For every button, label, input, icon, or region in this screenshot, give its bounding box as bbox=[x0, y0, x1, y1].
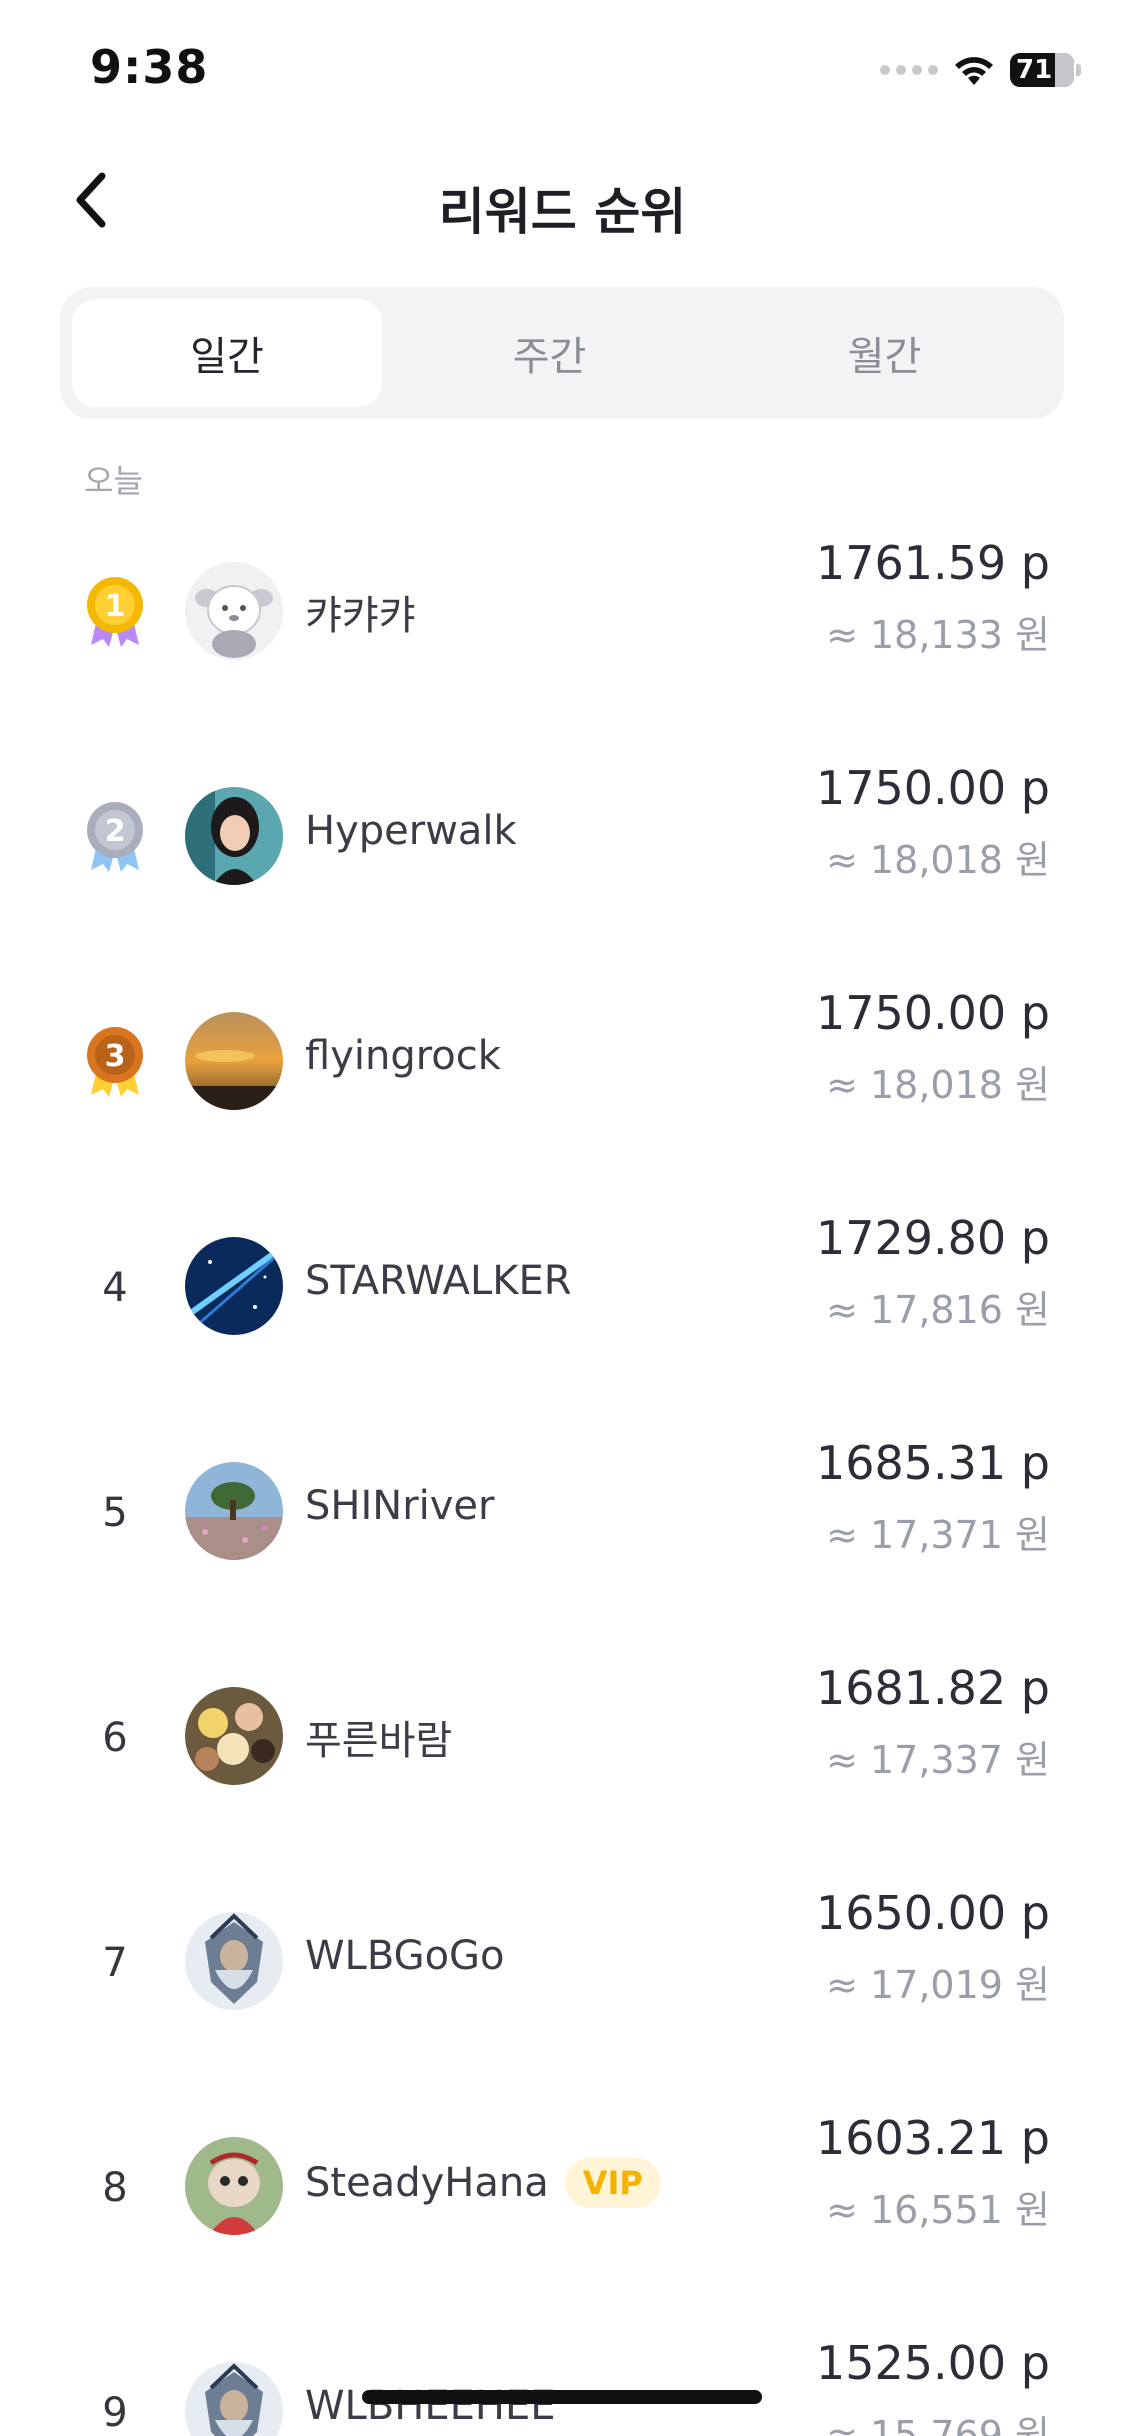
points-value: 1750.00 p bbox=[815, 986, 1050, 1040]
rank-number: 5 bbox=[102, 1490, 128, 1536]
bronze-medal-icon: 3 bbox=[87, 1027, 143, 1097]
rank-number-cell: 8 bbox=[70, 2133, 160, 2243]
tab-monthly[interactable]: 월간 bbox=[717, 299, 1052, 407]
won-value: ≈ 18,133 원 bbox=[826, 613, 1050, 657]
user-name: flyingrock bbox=[305, 1033, 501, 1079]
battery-tip bbox=[1076, 64, 1081, 76]
avatar bbox=[185, 1462, 283, 1560]
points-value: 1750.00 p bbox=[815, 761, 1050, 815]
ranking-row[interactable]: 6 푸른바람 1681.82 p ≈ 17,337 원 bbox=[0, 1645, 1125, 1870]
rank-medal: 2 bbox=[70, 783, 160, 893]
user-name: STARWALKER bbox=[305, 1258, 572, 1304]
rank-number-cell: 9 bbox=[70, 2358, 160, 2436]
status-indicators: 71 bbox=[880, 48, 1081, 92]
user-name: 푸른바람 bbox=[305, 1718, 453, 1764]
points-value: 1603.21 p bbox=[815, 2111, 1050, 2165]
rank-medal: 3 bbox=[70, 1008, 160, 1118]
points-value: 1761.59 p bbox=[815, 536, 1050, 590]
avatar bbox=[185, 2137, 283, 2235]
user-name: Hyperwalk bbox=[305, 808, 517, 854]
ranking-row[interactable]: 2 Hyperwalk 1750.00 p ≈ 18,018 원 bbox=[0, 745, 1125, 970]
header: 리워드 순위 bbox=[0, 150, 1125, 250]
gold-medal-icon: 1 bbox=[87, 577, 143, 647]
medal-rank-label: 3 bbox=[105, 1039, 126, 1074]
reward-ranking-screen: 9:38 71 리워드 순위 일간 주간 월간 오늘 1 캬캬캬 1761.59… bbox=[0, 0, 1125, 2436]
battery-level: 71 bbox=[1016, 55, 1053, 85]
vip-badge: VIP bbox=[564, 2158, 661, 2208]
won-value: ≈ 17,371 원 bbox=[826, 1513, 1050, 1557]
avatar bbox=[185, 1237, 283, 1335]
points-value: 1729.80 p bbox=[815, 1211, 1050, 1265]
avatar bbox=[185, 562, 283, 660]
avatar bbox=[185, 787, 283, 885]
rank-medal: 1 bbox=[70, 558, 160, 668]
rank-number: 8 bbox=[102, 2165, 128, 2211]
avatar bbox=[185, 1012, 283, 1110]
home-indicator[interactable] bbox=[362, 2390, 762, 2404]
avatar bbox=[185, 2362, 283, 2436]
tab-weekly[interactable]: 주간 bbox=[382, 299, 717, 407]
medal-rank-label: 2 bbox=[105, 814, 126, 849]
rank-number: 7 bbox=[102, 1940, 128, 1986]
points-value: 1650.00 p bbox=[815, 1886, 1050, 1940]
wifi-icon bbox=[955, 57, 993, 85]
won-value: ≈ 16,551 원 bbox=[826, 2188, 1050, 2232]
ranking-row[interactable]: 5 SHINriver 1685.31 p ≈ 17,371 원 bbox=[0, 1420, 1125, 1645]
won-value: ≈ 18,018 원 bbox=[826, 1063, 1050, 1107]
ranking-row[interactable]: 8 SteadyHana VIP 1603.21 p ≈ 16,551 원 bbox=[0, 2095, 1125, 2320]
won-value: ≈ 15,769 원 bbox=[826, 2413, 1050, 2436]
ranking-row[interactable]: 7 WLBGoGo 1650.00 p ≈ 17,019 원 bbox=[0, 1870, 1125, 2095]
won-value: ≈ 18,018 원 bbox=[826, 838, 1050, 882]
won-value: ≈ 17,337 원 bbox=[826, 1738, 1050, 1782]
rank-number-cell: 5 bbox=[70, 1458, 160, 1568]
status-bar: 9:38 71 bbox=[0, 0, 1125, 140]
period-tabs: 일간 주간 월간 bbox=[60, 287, 1064, 419]
rank-number-cell: 4 bbox=[70, 1233, 160, 1343]
ranking-row[interactable]: 1 캬캬캬 1761.59 p ≈ 18,133 원 bbox=[0, 520, 1125, 745]
avatar bbox=[185, 1687, 283, 1785]
ranking-row[interactable]: 3 flyingrock 1750.00 p ≈ 18,018 원 bbox=[0, 970, 1125, 1195]
won-value: ≈ 17,019 원 bbox=[826, 1963, 1050, 2007]
ranking-row[interactable]: 9 WLBHEEHEE 1525.00 p ≈ 15,769 원 bbox=[0, 2320, 1125, 2436]
page-title: 리워드 순위 bbox=[438, 183, 687, 241]
user-name: SteadyHana VIP bbox=[305, 2158, 661, 2208]
points-value: 1681.82 p bbox=[815, 1661, 1050, 1715]
user-name: SHINriver bbox=[305, 1483, 495, 1529]
rank-number: 4 bbox=[102, 1265, 128, 1311]
silver-medal-icon: 2 bbox=[87, 802, 143, 872]
rank-number: 6 bbox=[102, 1715, 128, 1761]
won-value: ≈ 17,816 원 bbox=[826, 1288, 1050, 1332]
ranking-row[interactable]: 4 STARWALKER 1729.80 p ≈ 17,816 원 bbox=[0, 1195, 1125, 1420]
points-value: 1525.00 p bbox=[815, 2336, 1050, 2390]
user-name: 캬캬캬 bbox=[305, 593, 416, 639]
rank-number-cell: 6 bbox=[70, 1683, 160, 1793]
medal-rank-label: 1 bbox=[105, 589, 126, 624]
rank-number-cell: 7 bbox=[70, 1908, 160, 2018]
cellular-signal-icon bbox=[880, 65, 938, 75]
status-time: 9:38 bbox=[90, 40, 209, 94]
section-label-today: 오늘 bbox=[84, 462, 143, 500]
user-name: WLBGoGo bbox=[305, 1933, 505, 1979]
ranking-list: 1 캬캬캬 1761.59 p ≈ 18,133 원 2 Hyperwalk 1… bbox=[0, 520, 1125, 2436]
rank-number: 9 bbox=[102, 2390, 128, 2436]
battery-icon: 71 bbox=[1010, 53, 1074, 87]
points-value: 1685.31 p bbox=[815, 1436, 1050, 1490]
avatar bbox=[185, 1912, 283, 2010]
tab-daily[interactable]: 일간 bbox=[72, 299, 382, 407]
